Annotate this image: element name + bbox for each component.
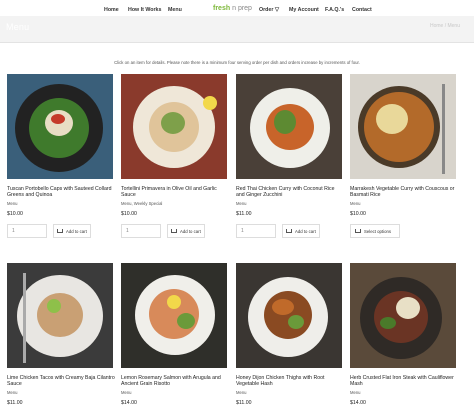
product-image[interactable] [121, 74, 227, 179]
breadcrumb: Home / Menu [429, 23, 460, 29]
order-note: Click on an item for details. Please not… [114, 60, 360, 65]
add-to-cart-label: Add to cart [295, 228, 316, 234]
product-category[interactable]: Menu [350, 390, 360, 395]
nav-order[interactable]: Order ▽ [259, 7, 279, 13]
site-logo[interactable]: fresh n prep [213, 5, 252, 12]
product-title[interactable]: Honey Dijon Chicken Thighs with Root Veg… [236, 375, 344, 388]
product-category[interactable]: Menu [7, 201, 17, 206]
product-price: $11.00 [7, 400, 23, 406]
product-image[interactable] [350, 263, 456, 368]
select-options-button[interactable]: Select options [350, 224, 400, 238]
cart-icon [57, 229, 63, 234]
add-to-cart-label: Add to cart [180, 228, 201, 234]
product-title[interactable]: Lemon Rosemary Salmon with Arugula and A… [121, 375, 229, 388]
cart-icon [355, 229, 361, 234]
nav-contact[interactable]: Contact [352, 7, 372, 13]
logo-prep: prep [237, 5, 252, 12]
product-price: $11.00 [236, 211, 252, 217]
product-price: $10.00 [121, 211, 137, 217]
quantity-field[interactable]: 1 [7, 224, 47, 238]
product-title[interactable]: Tuscan Portobello Caps with Sauteed Coll… [7, 186, 115, 199]
product-title[interactable]: Lime Chicken Tacos with Creamy Baja Cila… [7, 375, 115, 388]
add-to-cart-button[interactable]: Add to cart [282, 224, 320, 238]
product-title[interactable]: Marrakesh Vegetable Curry with Couscous … [350, 186, 458, 199]
product-price: $14.00 [350, 400, 366, 406]
product-category[interactable]: Menu, Weekly Special [121, 201, 162, 206]
product-image[interactable] [236, 263, 342, 368]
cart-icon [286, 229, 292, 234]
nav-faqs[interactable]: F.A.Q.'s [325, 7, 344, 13]
product-image[interactable] [350, 74, 456, 179]
product-image[interactable] [236, 74, 342, 179]
product-price: $10.00 [350, 211, 366, 217]
add-to-cart-label: Add to cart [66, 228, 87, 234]
product-price: $11.00 [236, 400, 252, 406]
add-to-cart-button[interactable]: Add to cart [53, 224, 91, 238]
nav-menu[interactable]: Menu [168, 7, 182, 13]
product-image[interactable] [7, 263, 113, 368]
product-category[interactable]: Menu [121, 390, 131, 395]
quantity-field[interactable]: 1 [121, 224, 161, 238]
logo-mid: n [232, 5, 236, 12]
page-header: Menu Home / Menu [0, 16, 474, 43]
select-options-label: Select options [364, 228, 391, 234]
product-category[interactable]: Menu [236, 201, 246, 206]
logo-fresh: fresh [213, 5, 231, 12]
nav-home[interactable]: Home [104, 7, 119, 13]
page-title: Menu [6, 22, 30, 32]
product-price: $10.00 [7, 211, 23, 217]
product-price: $14.00 [121, 400, 137, 406]
cart-icon [171, 229, 177, 234]
nav-how-it-works[interactable]: How It Works [128, 7, 161, 13]
product-category[interactable]: Menu [350, 201, 360, 206]
product-category[interactable]: Menu [7, 390, 17, 395]
product-image[interactable] [7, 74, 113, 179]
product-category[interactable]: Menu [236, 390, 246, 395]
product-title[interactable]: Red Thai Chicken Curry with Coconut Rice… [236, 186, 344, 199]
nav-my-account[interactable]: My Account [289, 7, 319, 13]
add-to-cart-button[interactable]: Add to cart [167, 224, 205, 238]
quantity-field[interactable]: 1 [236, 224, 276, 238]
product-image[interactable] [121, 263, 227, 368]
product-title[interactable]: Tortellini Primavera in Olive Oil and Ga… [121, 186, 229, 199]
product-title[interactable]: Herb Crusted Flat Iron Steak with Caulif… [350, 375, 458, 388]
